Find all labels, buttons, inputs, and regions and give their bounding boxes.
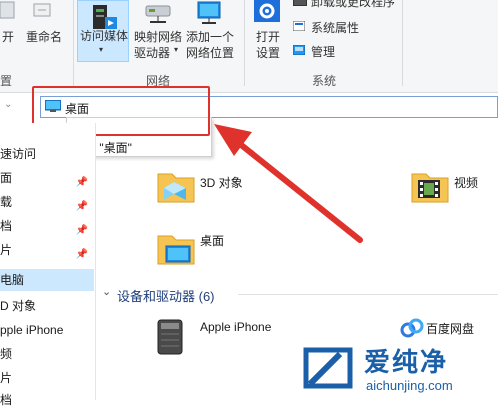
- sidebar-item-pictures[interactable]: 片 📌: [0, 239, 94, 261]
- sidebar-item-desktop[interactable]: 面 📌: [0, 167, 94, 189]
- sidebar-item-label: D 对象: [0, 299, 37, 313]
- add-network-location-button[interactable]: 添加一个: [186, 28, 234, 45]
- sidebar-item-downloads[interactable]: 载 📌: [0, 191, 94, 213]
- videos-folder-icon: [411, 173, 449, 203]
- sidebar-item-label: 面: [0, 171, 13, 185]
- add-network-location-icon: [196, 0, 224, 26]
- map-drive-button[interactable]: 映射网络: [134, 28, 182, 45]
- uninstall-program-button[interactable]: 卸载或更改程序: [311, 0, 395, 10]
- rename-button[interactable]: 重命名: [26, 28, 62, 45]
- iphone-device-icon: [157, 319, 183, 355]
- sidebar-item-label: 档: [0, 393, 13, 407]
- rename-icon: [32, 0, 52, 22]
- sidebar-item-apple-iphone[interactable]: pple iPhone: [0, 319, 94, 341]
- folder-label: 3D 对象: [200, 176, 243, 190]
- folder-item-3d-objects[interactable]: 3D 对象: [150, 160, 320, 210]
- device-label: 百度网盘: [426, 322, 475, 336]
- manage-button[interactable]: 管理: [311, 43, 335, 60]
- devices-section-header[interactable]: ⌄ 设备和驱动器 (6): [100, 284, 498, 304]
- watermark: 爱纯净 aichunjing.com: [300, 342, 498, 400]
- gear-icon: [254, 0, 282, 24]
- sidebar-item-pictures-2[interactable]: 片: [0, 367, 94, 389]
- watermark-url: aichunjing.com: [366, 378, 453, 393]
- folder-item-videos[interactable]: 视频: [408, 160, 498, 210]
- open-settings-button[interactable]: 打开: [256, 28, 280, 45]
- chevron-down-icon: ▾: [99, 45, 104, 54]
- sidebar-item-documents-2[interactable]: 档: [0, 389, 94, 411]
- sidebar-item-label: 片: [0, 243, 13, 257]
- ribbon: 开 重命名 置 访问媒体 ▾ 映射网络 驱动器 ▾ 添加一个 网络位置 网络 打…: [0, 0, 498, 93]
- watermark-text: 爱纯净: [364, 347, 449, 377]
- uninstall-icon: [293, 0, 307, 6]
- 3d-objects-folder-icon: [157, 173, 195, 203]
- section-title: 设备和驱动器 (6): [117, 289, 215, 304]
- watermark-logo-icon: [303, 347, 353, 389]
- access-media-label: 访问媒体: [80, 29, 129, 43]
- baidu-netdisk-icon: [400, 318, 424, 338]
- sidebar-item-label: 档: [0, 219, 13, 233]
- system-group-label: 系统: [312, 74, 337, 88]
- sidebar-item-label: 载: [0, 195, 13, 209]
- sidebar-item-videos[interactable]: 频: [0, 343, 94, 365]
- chevron-down-icon[interactable]: ⌄: [4, 99, 12, 110]
- section-divider: [238, 294, 498, 295]
- pin-icon: 📌: [75, 249, 88, 260]
- sidebar-item-3d-objects[interactable]: D 对象: [0, 295, 94, 317]
- ribbon-separator: [73, 0, 74, 86]
- ribbon-separator: [402, 0, 403, 86]
- sidebar-item-label: 速访问: [0, 147, 37, 161]
- map-drive-button-line2[interactable]: 驱动器: [134, 44, 170, 61]
- location-group-label: 置: [0, 74, 13, 88]
- sidebar-item-label: 电脑: [0, 273, 25, 287]
- folder-label: 视频: [454, 176, 479, 190]
- system-properties-icon: [292, 20, 306, 32]
- sidebar-item-quick-access[interactable]: 速访问: [0, 143, 94, 165]
- sidebar-item-this-pc[interactable]: 电脑: [0, 269, 94, 291]
- open-settings-button-line2[interactable]: 设置: [256, 44, 280, 61]
- chevron-down-icon: ⌄: [102, 286, 112, 298]
- chevron-down-icon: ▾: [174, 45, 179, 54]
- desktop-folder-icon: [157, 235, 195, 265]
- open-icon: [0, 0, 18, 22]
- navigation-pane: 速访问 面 📌 载 📌 档 📌 片 📌 电脑 D 对象 pple iPhone …: [0, 123, 96, 407]
- add-network-location-button-line2[interactable]: 网络位置: [186, 44, 234, 61]
- folder-item-desktop[interactable]: 桌面: [150, 224, 320, 274]
- ribbon-separator: [244, 0, 245, 86]
- sidebar-item-label: 频: [0, 347, 13, 361]
- sidebar-item-label: 片: [0, 371, 13, 385]
- manage-icon: [292, 44, 306, 56]
- system-properties-button[interactable]: 系统属性: [311, 19, 359, 36]
- open-button-label[interactable]: 开: [2, 28, 14, 45]
- sidebar-item-label: pple iPhone: [0, 323, 64, 337]
- device-label: Apple iPhone: [200, 320, 272, 334]
- sidebar-item-documents[interactable]: 档 📌: [0, 215, 94, 237]
- access-media-button[interactable]: 访问媒体 ▾: [77, 0, 129, 62]
- map-drive-icon: [144, 0, 174, 26]
- folder-label: 桌面: [200, 234, 225, 248]
